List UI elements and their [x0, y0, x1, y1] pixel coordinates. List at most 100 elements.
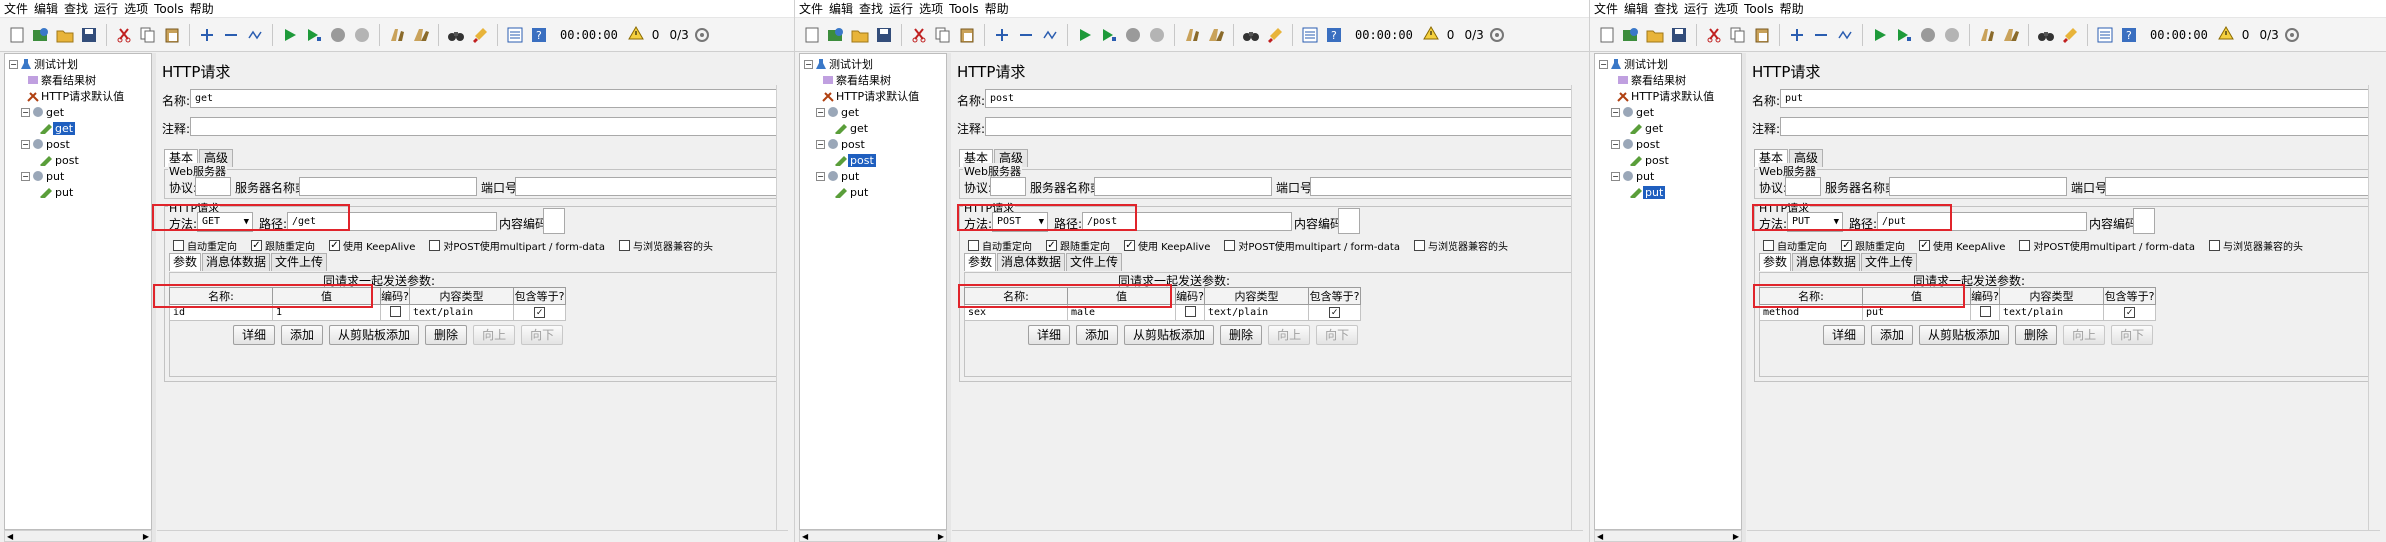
- clear-all-icon[interactable]: [410, 24, 432, 46]
- paste-icon[interactable]: [1751, 24, 1773, 46]
- editor-hscrollbar[interactable]: [952, 530, 1583, 542]
- remote-icon[interactable]: [691, 24, 713, 46]
- new-icon[interactable]: [1596, 24, 1618, 46]
- keepalive-checkbox[interactable]: ✓ 使用 KeepAlive: [1124, 238, 1210, 253]
- menu-tools[interactable]: Tools: [154, 0, 190, 18]
- port-input[interactable]: [1310, 177, 1575, 196]
- collapse-toggle[interactable]: −: [21, 171, 30, 181]
- col-encode[interactable]: 编码?: [380, 287, 410, 305]
- clear-all-icon[interactable]: [1205, 24, 1227, 46]
- clear-icon[interactable]: [1181, 24, 1203, 46]
- collapse-toggle[interactable]: −: [816, 107, 825, 117]
- multipart-checkbox[interactable]: 对POST使用multipart / form-data: [2019, 238, 2195, 253]
- follow-redirect-checkbox[interactable]: ✓ 跟随重定向: [1046, 238, 1110, 253]
- tree-node-get-sampler[interactable]: get: [1629, 120, 1665, 136]
- clear-icon[interactable]: [386, 24, 408, 46]
- stop-icon[interactable]: [1122, 24, 1144, 46]
- name-input[interactable]: post: [985, 89, 1579, 108]
- warning-icon[interactable]: [2217, 26, 2234, 43]
- col-content-type[interactable]: 内容类型: [1999, 287, 2104, 305]
- browser-headers-checkbox[interactable]: 与浏览器兼容的头: [618, 238, 713, 253]
- start-no-pause-icon[interactable]: [1893, 24, 1915, 46]
- expand-icon[interactable]: [196, 24, 218, 46]
- tree-node-put-group[interactable]: − put: [1611, 168, 1656, 184]
- col-include-equals[interactable]: 包含等于?: [513, 287, 566, 305]
- menu-file[interactable]: 文件: [799, 0, 829, 18]
- browser-headers-checkbox[interactable]: 与浏览器兼容的头: [2208, 238, 2303, 253]
- tree-node-plan[interactable]: − 测试计划: [804, 56, 875, 72]
- col-encode[interactable]: 编码?: [1175, 287, 1205, 305]
- browser-headers-checkbox[interactable]: 与浏览器兼容的头: [1413, 238, 1508, 253]
- multipart-checkbox[interactable]: 对POST使用multipart / form-data: [1224, 238, 1400, 253]
- save-icon[interactable]: [873, 24, 895, 46]
- menu-edit[interactable]: 编辑: [1624, 0, 1654, 18]
- move-down-button[interactable]: 向下: [2111, 325, 2154, 345]
- collapse-toggle[interactable]: −: [816, 171, 825, 181]
- menu-options[interactable]: 选项: [1714, 0, 1744, 18]
- copy-icon[interactable]: [932, 24, 954, 46]
- protocol-input[interactable]: [195, 177, 231, 196]
- collapse-toggle[interactable]: −: [21, 139, 30, 149]
- tree-node-put-sampler[interactable]: put: [39, 184, 75, 200]
- new-icon[interactable]: [801, 24, 823, 46]
- menu-options[interactable]: 选项: [919, 0, 949, 18]
- help-icon[interactable]: ?: [1323, 24, 1345, 46]
- scroll-left-icon[interactable]: ◀: [802, 532, 808, 541]
- cell-encode[interactable]: [1175, 304, 1205, 321]
- tree-node-plan[interactable]: − 测试计划: [9, 56, 80, 72]
- collapse-toggle[interactable]: −: [1599, 59, 1608, 69]
- collapse-icon[interactable]: [1015, 24, 1037, 46]
- tree-node-get-group[interactable]: − get: [816, 104, 861, 120]
- move-up-button[interactable]: 向上: [2063, 325, 2106, 345]
- clear-icon[interactable]: [1976, 24, 1998, 46]
- save-icon[interactable]: [1668, 24, 1690, 46]
- menu-file[interactable]: 文件: [4, 0, 34, 18]
- open-icon[interactable]: [54, 24, 76, 46]
- save-icon[interactable]: [78, 24, 100, 46]
- binoculars-icon[interactable]: [2035, 24, 2057, 46]
- auto-redirect-checkbox[interactable]: 自动重定向: [1763, 238, 1827, 253]
- cell-content-type[interactable]: text/plain: [1204, 304, 1309, 321]
- cell-include-equals[interactable]: ✓: [1308, 304, 1361, 321]
- clear-all-icon[interactable]: [2000, 24, 2022, 46]
- collapse-icon[interactable]: [1810, 24, 1832, 46]
- server-input[interactable]: [1094, 177, 1272, 196]
- move-up-button[interactable]: 向上: [473, 325, 516, 345]
- tab-parameters[interactable]: 参数: [964, 253, 997, 271]
- menu-edit[interactable]: 编辑: [829, 0, 859, 18]
- templates-icon[interactable]: [30, 24, 52, 46]
- toggle-icon[interactable]: [1834, 24, 1856, 46]
- menu-search[interactable]: 查找: [1654, 0, 1684, 18]
- col-include-equals[interactable]: 包含等于?: [2103, 287, 2156, 305]
- menu-tools[interactable]: Tools: [1744, 0, 1780, 18]
- follow-redirect-checkbox[interactable]: ✓ 跟随重定向: [1841, 238, 1905, 253]
- move-up-button[interactable]: 向上: [1268, 325, 1311, 345]
- help-icon[interactable]: ?: [2118, 24, 2140, 46]
- scroll-right-icon[interactable]: ▶: [143, 532, 149, 541]
- remote-icon[interactable]: [2281, 24, 2303, 46]
- editor-scrollbar[interactable]: [2368, 85, 2380, 530]
- cut-icon[interactable]: [908, 24, 930, 46]
- reset-search-icon[interactable]: [1264, 24, 1286, 46]
- function-helper-icon[interactable]: [2094, 24, 2116, 46]
- tab-file-upload[interactable]: 文件上传: [271, 253, 328, 271]
- open-icon[interactable]: [849, 24, 871, 46]
- expand-icon[interactable]: [991, 24, 1013, 46]
- remote-icon[interactable]: [1486, 24, 1508, 46]
- collapse-toggle[interactable]: −: [804, 59, 813, 69]
- scroll-left-icon[interactable]: ◀: [7, 532, 13, 541]
- server-input[interactable]: [1889, 177, 2067, 196]
- tree-node-post-sampler[interactable]: post: [39, 152, 81, 168]
- col-encode[interactable]: 编码?: [1970, 287, 2000, 305]
- warning-icon[interactable]: [627, 26, 644, 43]
- menu-help[interactable]: 帮助: [1780, 0, 1810, 18]
- collapse-toggle[interactable]: −: [816, 139, 825, 149]
- collapse-icon[interactable]: [220, 24, 242, 46]
- tree-node-put-group[interactable]: − put: [21, 168, 66, 184]
- tree-node-http-defaults[interactable]: HTTP请求默认值: [27, 88, 126, 104]
- menu-options[interactable]: 选项: [124, 0, 154, 18]
- tree-scrollbar[interactable]: ◀ ▶: [4, 530, 152, 542]
- protocol-input[interactable]: [1785, 177, 1821, 196]
- auto-redirect-checkbox[interactable]: 自动重定向: [968, 238, 1032, 253]
- tree-node-post-sampler[interactable]: post: [1629, 152, 1671, 168]
